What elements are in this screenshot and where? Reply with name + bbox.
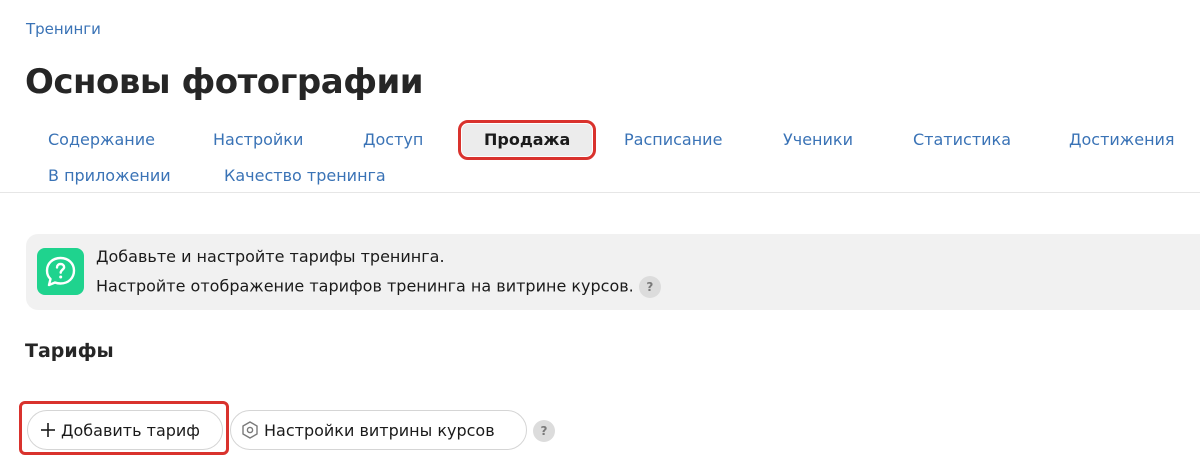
question-chat-icon	[37, 248, 84, 295]
tariffs-section-title: Тарифы	[25, 340, 114, 362]
tab-access[interactable]: Доступ	[363, 130, 423, 150]
tab-training-quality[interactable]: Качество тренинга	[224, 166, 386, 186]
tab-bar: Содержание Настройки Доступ Продажа Расп…	[0, 120, 1200, 193]
breadcrumb-trainings-link[interactable]: Тренинги	[26, 20, 101, 38]
add-tariff-label: Добавить тариф	[61, 420, 200, 440]
add-tariff-button[interactable]: Добавить тариф	[27, 410, 223, 450]
showcase-settings-label: Настройки витрины курсов	[264, 420, 495, 440]
tab-in-app[interactable]: В приложении	[48, 166, 171, 186]
help-icon[interactable]: ?	[638, 276, 661, 298]
help-icon[interactable]: ?	[533, 420, 555, 442]
plus-icon	[40, 422, 56, 438]
page-title: Основы фотографии	[25, 62, 424, 102]
page: Тренинги Основы фотографии Содержание На…	[0, 0, 1200, 470]
banner-text-line1: Добавьте и настройте тарифы тренинга.	[96, 247, 445, 266]
banner-text-line2: Настройте отображение тарифов тренинга н…	[96, 276, 634, 296]
hexagon-gear-icon	[241, 421, 259, 439]
tab-students[interactable]: Ученики	[783, 130, 853, 150]
tab-achievements[interactable]: Достижения	[1069, 130, 1175, 150]
info-banner: Добавьте и настройте тарифы тренинга. На…	[26, 234, 1200, 310]
showcase-settings-button[interactable]: Настройки витрины курсов	[230, 410, 527, 450]
tab-settings[interactable]: Настройки	[213, 130, 303, 150]
tab-sales[interactable]: Продажа	[457, 120, 597, 160]
banner-text-line2-row: Настройте отображение тарифов тренинга н…	[96, 276, 661, 298]
tab-content[interactable]: Содержание	[48, 130, 155, 150]
tab-schedule[interactable]: Расписание	[624, 130, 722, 150]
tab-statistics[interactable]: Статистика	[913, 130, 1011, 150]
